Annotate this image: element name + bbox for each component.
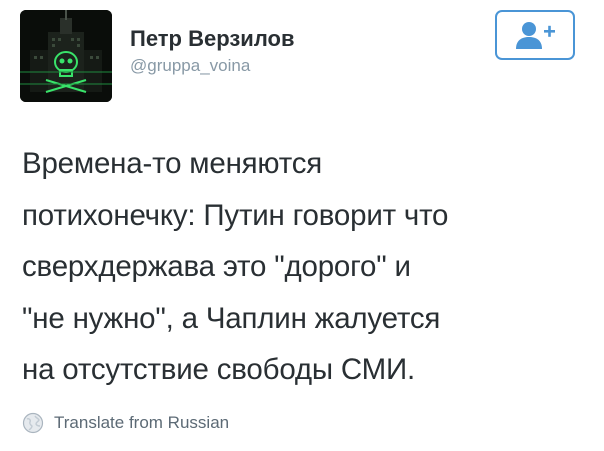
translate-link[interactable]: Translate from Russian (22, 411, 229, 435)
avatar[interactable] (20, 10, 112, 102)
globe-icon (22, 412, 44, 434)
translate-label: Translate from Russian (54, 413, 230, 432)
skull-crossbones-building-icon (20, 10, 112, 102)
tweet-line: потихонечку: Путин говорит что (22, 198, 449, 232)
tweet-text: Времена-то меняются потихонечку: Путин г… (22, 138, 587, 396)
tweet-line: "не нужно", а Чаплин жалуется (22, 301, 441, 335)
follow-button[interactable] (495, 10, 575, 60)
tweet-line: сверхдержава это "дорого" и (22, 250, 411, 283)
tweet-card: Петр Верзилов @gruppa_voina Времена-то м… (0, 0, 604, 451)
tweet-line: Времена-то меняются (22, 147, 323, 180)
add-user-icon (516, 22, 555, 49)
tweet-line: на отсутствие свободы СМИ. (22, 353, 416, 386)
user-handle[interactable]: @gruppa_voina (130, 56, 250, 76)
display-name[interactable]: Петр Верзилов (130, 26, 294, 52)
